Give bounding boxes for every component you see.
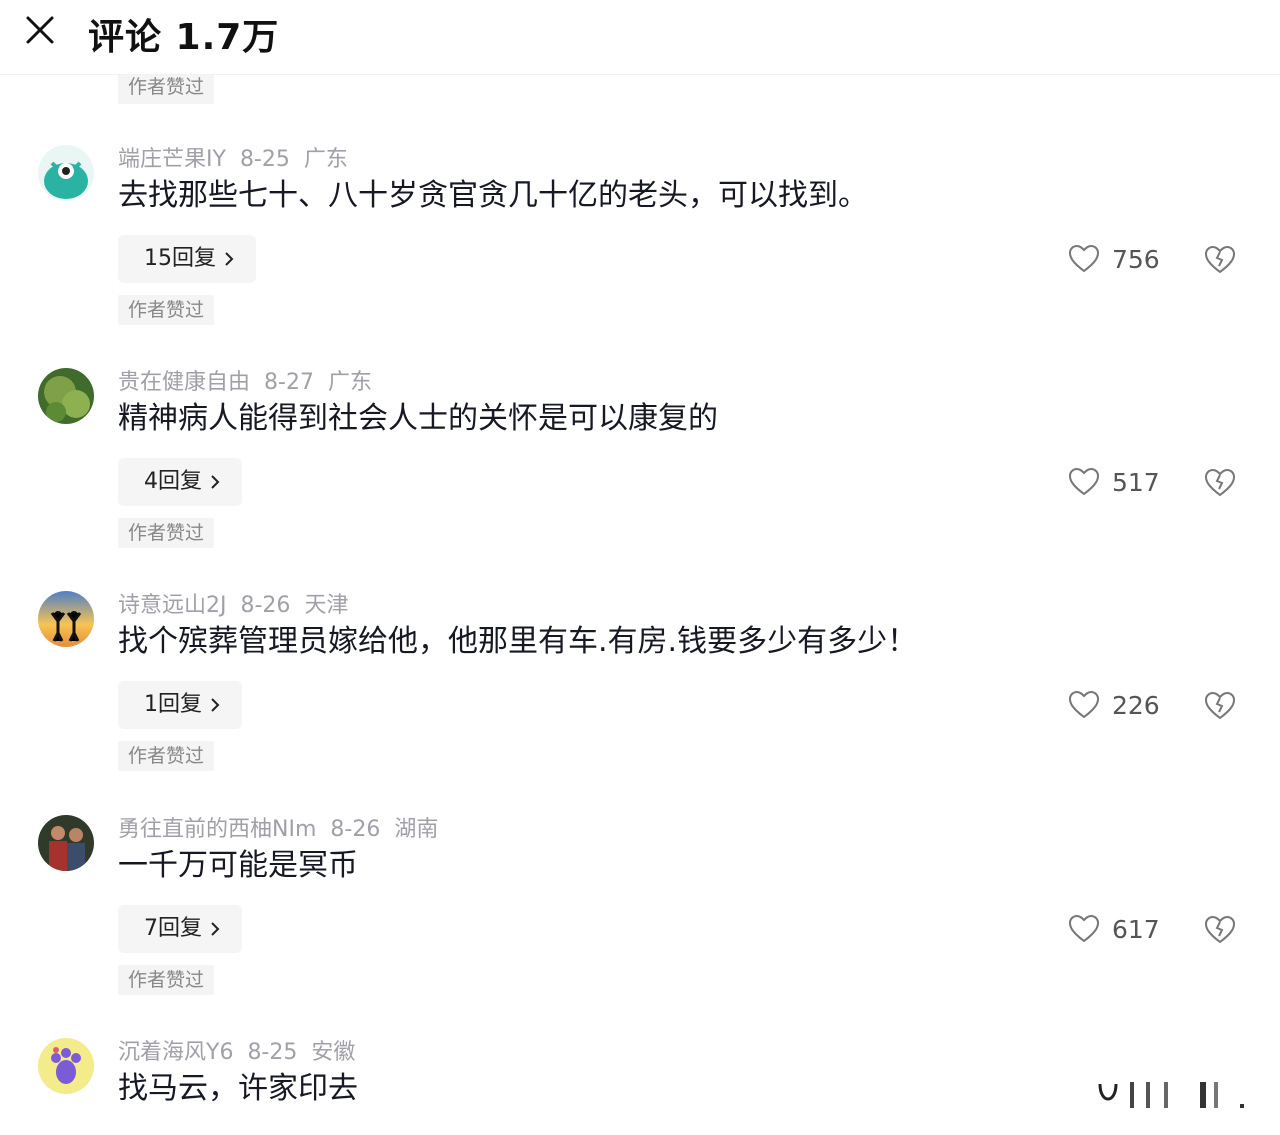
comment-location: 广东 — [303, 147, 348, 172]
chevron-right-icon — [211, 922, 220, 936]
heart-icon — [1068, 914, 1100, 943]
like-button[interactable]: 517 — [1068, 464, 1160, 500]
broken-heart-icon[interactable] — [1202, 464, 1238, 500]
view-replies-button[interactable]: 4回复 — [118, 458, 242, 506]
avatar[interactable] — [38, 145, 94, 201]
comment-date: 8-27 — [264, 370, 314, 395]
comment-item: 端庄芒果IY 8-25 广东 去找那些七十、八十岁贪官贪几十亿的老头，可以找到。 1… — [0, 145, 1280, 345]
chevron-right-icon — [225, 252, 234, 266]
author-liked-badge: 作者赞过 — [118, 74, 214, 104]
watermark-logo-icon — [1090, 1076, 1260, 1110]
author-liked-badge: 作者赞过 — [118, 518, 214, 548]
comment-date: 8-25 — [239, 147, 290, 172]
broken-heart-icon[interactable] — [1202, 687, 1238, 723]
reply-count-label: 15回复 — [144, 246, 216, 271]
avatar[interactable] — [38, 1038, 94, 1094]
username[interactable]: 勇往直前的西柚NIm — [118, 817, 316, 842]
like-button[interactable]: 226 — [1068, 687, 1160, 723]
reply-count-label: 4回复 — [144, 469, 202, 494]
username[interactable]: 沉着海风Y6 — [118, 1040, 233, 1065]
broken-heart-icon[interactable] — [1202, 241, 1238, 277]
comment-text: 一千万可能是冥币 — [118, 848, 358, 883]
author-liked-badge: 作者赞过 — [118, 295, 214, 325]
comment-text: 精神病人能得到社会人士的关怀是可以康复的 — [118, 401, 718, 436]
avatar[interactable] — [38, 368, 94, 424]
comment-location: 安徽 — [311, 1040, 356, 1065]
comment-meta: 贵在健康自由 8-27 广东 — [118, 368, 386, 398]
heart-icon — [1068, 467, 1100, 496]
comment-text: 找马云，许家印去 — [118, 1071, 358, 1106]
like-button[interactable]: 617 — [1068, 911, 1160, 947]
like-count: 226 — [1112, 690, 1160, 720]
comment-location: 湖南 — [394, 817, 439, 842]
comments-header: 评论 1.7万 — [0, 0, 1280, 75]
chevron-right-icon — [211, 475, 220, 489]
heart-icon — [1068, 244, 1100, 273]
avatar[interactable] — [38, 591, 94, 647]
comment-date: 8-25 — [247, 1040, 298, 1065]
username[interactable]: 贵在健康自由 — [118, 370, 250, 395]
comment-date: 8-26 — [330, 817, 381, 842]
like-count: 517 — [1112, 467, 1160, 497]
like-count: 617 — [1112, 914, 1160, 944]
heart-icon — [1068, 690, 1100, 719]
view-replies-button[interactable]: 7回复 — [118, 905, 242, 953]
people-photo-avatar-icon — [38, 815, 94, 871]
sunset-couple-avatar-icon — [38, 591, 94, 647]
like-count: 756 — [1112, 244, 1160, 274]
view-replies-button[interactable]: 15回复 — [118, 235, 256, 283]
avatar[interactable] — [38, 815, 94, 871]
comment-item: 贵在健康自由 8-27 广东 精神病人能得到社会人士的关怀是可以康复的 4回复 51… — [0, 368, 1280, 568]
comment-meta: 诗意远山2J 8-26 天津 — [118, 591, 362, 621]
username[interactable]: 端庄芒果IY — [118, 147, 226, 172]
comment-meta: 沉着海风Y6 8-25 安徽 — [118, 1038, 369, 1068]
green-fruit-avatar-icon — [38, 368, 94, 424]
author-liked-badge: 作者赞过 — [118, 741, 214, 771]
reply-count-label: 1回复 — [144, 692, 202, 717]
comment-text: 去找那些七十、八十岁贪官贪几十亿的老头，可以找到。 — [118, 178, 868, 213]
comment-text: 找个殡葬管理员嫁给他，他那里有车.有房.钱要多少有多少！ — [118, 624, 918, 659]
comment-location: 广东 — [327, 370, 372, 395]
comment-item: 诗意远山2J 8-26 天津 找个殡葬管理员嫁给他，他那里有车.有房.钱要多少有多少… — [0, 591, 1280, 791]
comment-meta: 勇往直前的西柚NIm 8-26 湖南 — [118, 815, 452, 845]
comments-title: 评论 1.7万 — [88, 17, 280, 58]
comment-item: 勇往直前的西柚NIm 8-26 湖南 一千万可能是冥币 7回复 617 作者赞过 — [0, 815, 1280, 1015]
username[interactable]: 诗意远山2J — [118, 593, 227, 618]
chevron-right-icon — [211, 698, 220, 712]
author-liked-badge: 作者赞过 — [118, 965, 214, 995]
teal-monster-avatar-icon — [38, 145, 94, 201]
comment-date: 8-26 — [240, 593, 291, 618]
close-icon[interactable] — [22, 12, 58, 48]
view-replies-button[interactable]: 1回复 — [118, 681, 242, 729]
like-button[interactable]: 756 — [1068, 241, 1160, 277]
comment-location: 天津 — [304, 593, 349, 618]
purple-paw-avatar-icon — [38, 1038, 94, 1094]
comment-meta: 端庄芒果IY 8-25 广东 — [118, 145, 362, 175]
reply-count-label: 7回复 — [144, 916, 202, 941]
broken-heart-icon[interactable] — [1202, 911, 1238, 947]
